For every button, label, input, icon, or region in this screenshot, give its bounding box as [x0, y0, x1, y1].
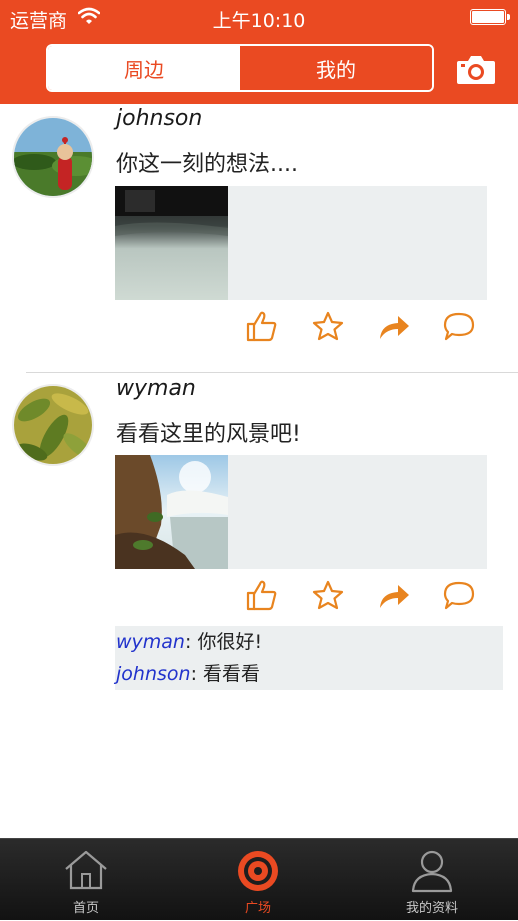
share-icon[interactable]	[377, 579, 411, 611]
navigation-header: 运营商 上午10:10 周边 我的	[0, 0, 518, 104]
comment-item[interactable]: wyman: 你很好!	[115, 626, 503, 658]
post-username[interactable]: wyman	[116, 376, 196, 401]
avatar[interactable]	[12, 116, 94, 198]
post-divider	[26, 372, 518, 373]
post-actions	[0, 579, 518, 615]
comment-separator: :	[190, 663, 204, 685]
tab-label: 广场	[244, 901, 271, 916]
comment-separator: :	[184, 631, 198, 653]
comment-item[interactable]: johnson: 看看看	[115, 658, 503, 690]
post-username[interactable]: johnson	[116, 106, 202, 131]
comment-icon[interactable]	[442, 579, 476, 611]
feed-segmented-control: 周边 我的	[46, 44, 434, 92]
post-text: 看看这里的风景吧!	[116, 422, 301, 447]
post-media	[115, 455, 487, 569]
post-card: wyman 看看这里的风景吧! wyman: 你很好! johnson: 看看看	[0, 374, 518, 694]
thumbs-up-icon[interactable]	[245, 310, 279, 342]
post-card: johnson 你这一刻的想法....	[0, 104, 518, 372]
status-bar: 运营商 上午10:10	[0, 0, 518, 34]
home-icon	[65, 850, 107, 890]
segment-nearby[interactable]: 周边	[48, 46, 240, 90]
comment-text: 你很好!	[197, 631, 263, 653]
post-image[interactable]	[115, 455, 228, 569]
post-text: 你这一刻的想法....	[116, 152, 298, 177]
comment-username[interactable]: wyman	[116, 631, 185, 653]
tab-label: 我的资料	[405, 901, 458, 916]
comment-list: wyman: 你很好! johnson: 看看看	[115, 626, 503, 690]
battery-icon	[470, 9, 510, 25]
user-icon	[411, 850, 453, 893]
tab-label: 首页	[72, 901, 99, 916]
post-actions	[0, 310, 518, 346]
target-icon	[238, 851, 278, 891]
segment-mine[interactable]: 我的	[240, 46, 432, 90]
tab-square[interactable]: 广场	[172, 839, 344, 921]
tab-bar: 首页 广场 我的资料	[0, 838, 518, 920]
share-icon[interactable]	[377, 310, 411, 342]
tab-home[interactable]: 首页	[0, 839, 172, 921]
comment-username[interactable]: johnson	[116, 663, 191, 685]
camera-icon[interactable]	[456, 53, 496, 85]
post-image[interactable]	[115, 186, 228, 300]
comment-icon[interactable]	[442, 310, 476, 342]
star-icon[interactable]	[311, 579, 345, 611]
thumbs-up-icon[interactable]	[245, 579, 279, 611]
star-icon[interactable]	[311, 310, 345, 342]
comment-text: 看看看	[203, 663, 261, 685]
tab-profile[interactable]: 我的资料	[346, 839, 518, 921]
avatar[interactable]	[12, 384, 94, 466]
status-time: 上午10:10	[212, 10, 306, 32]
post-media	[115, 186, 487, 300]
